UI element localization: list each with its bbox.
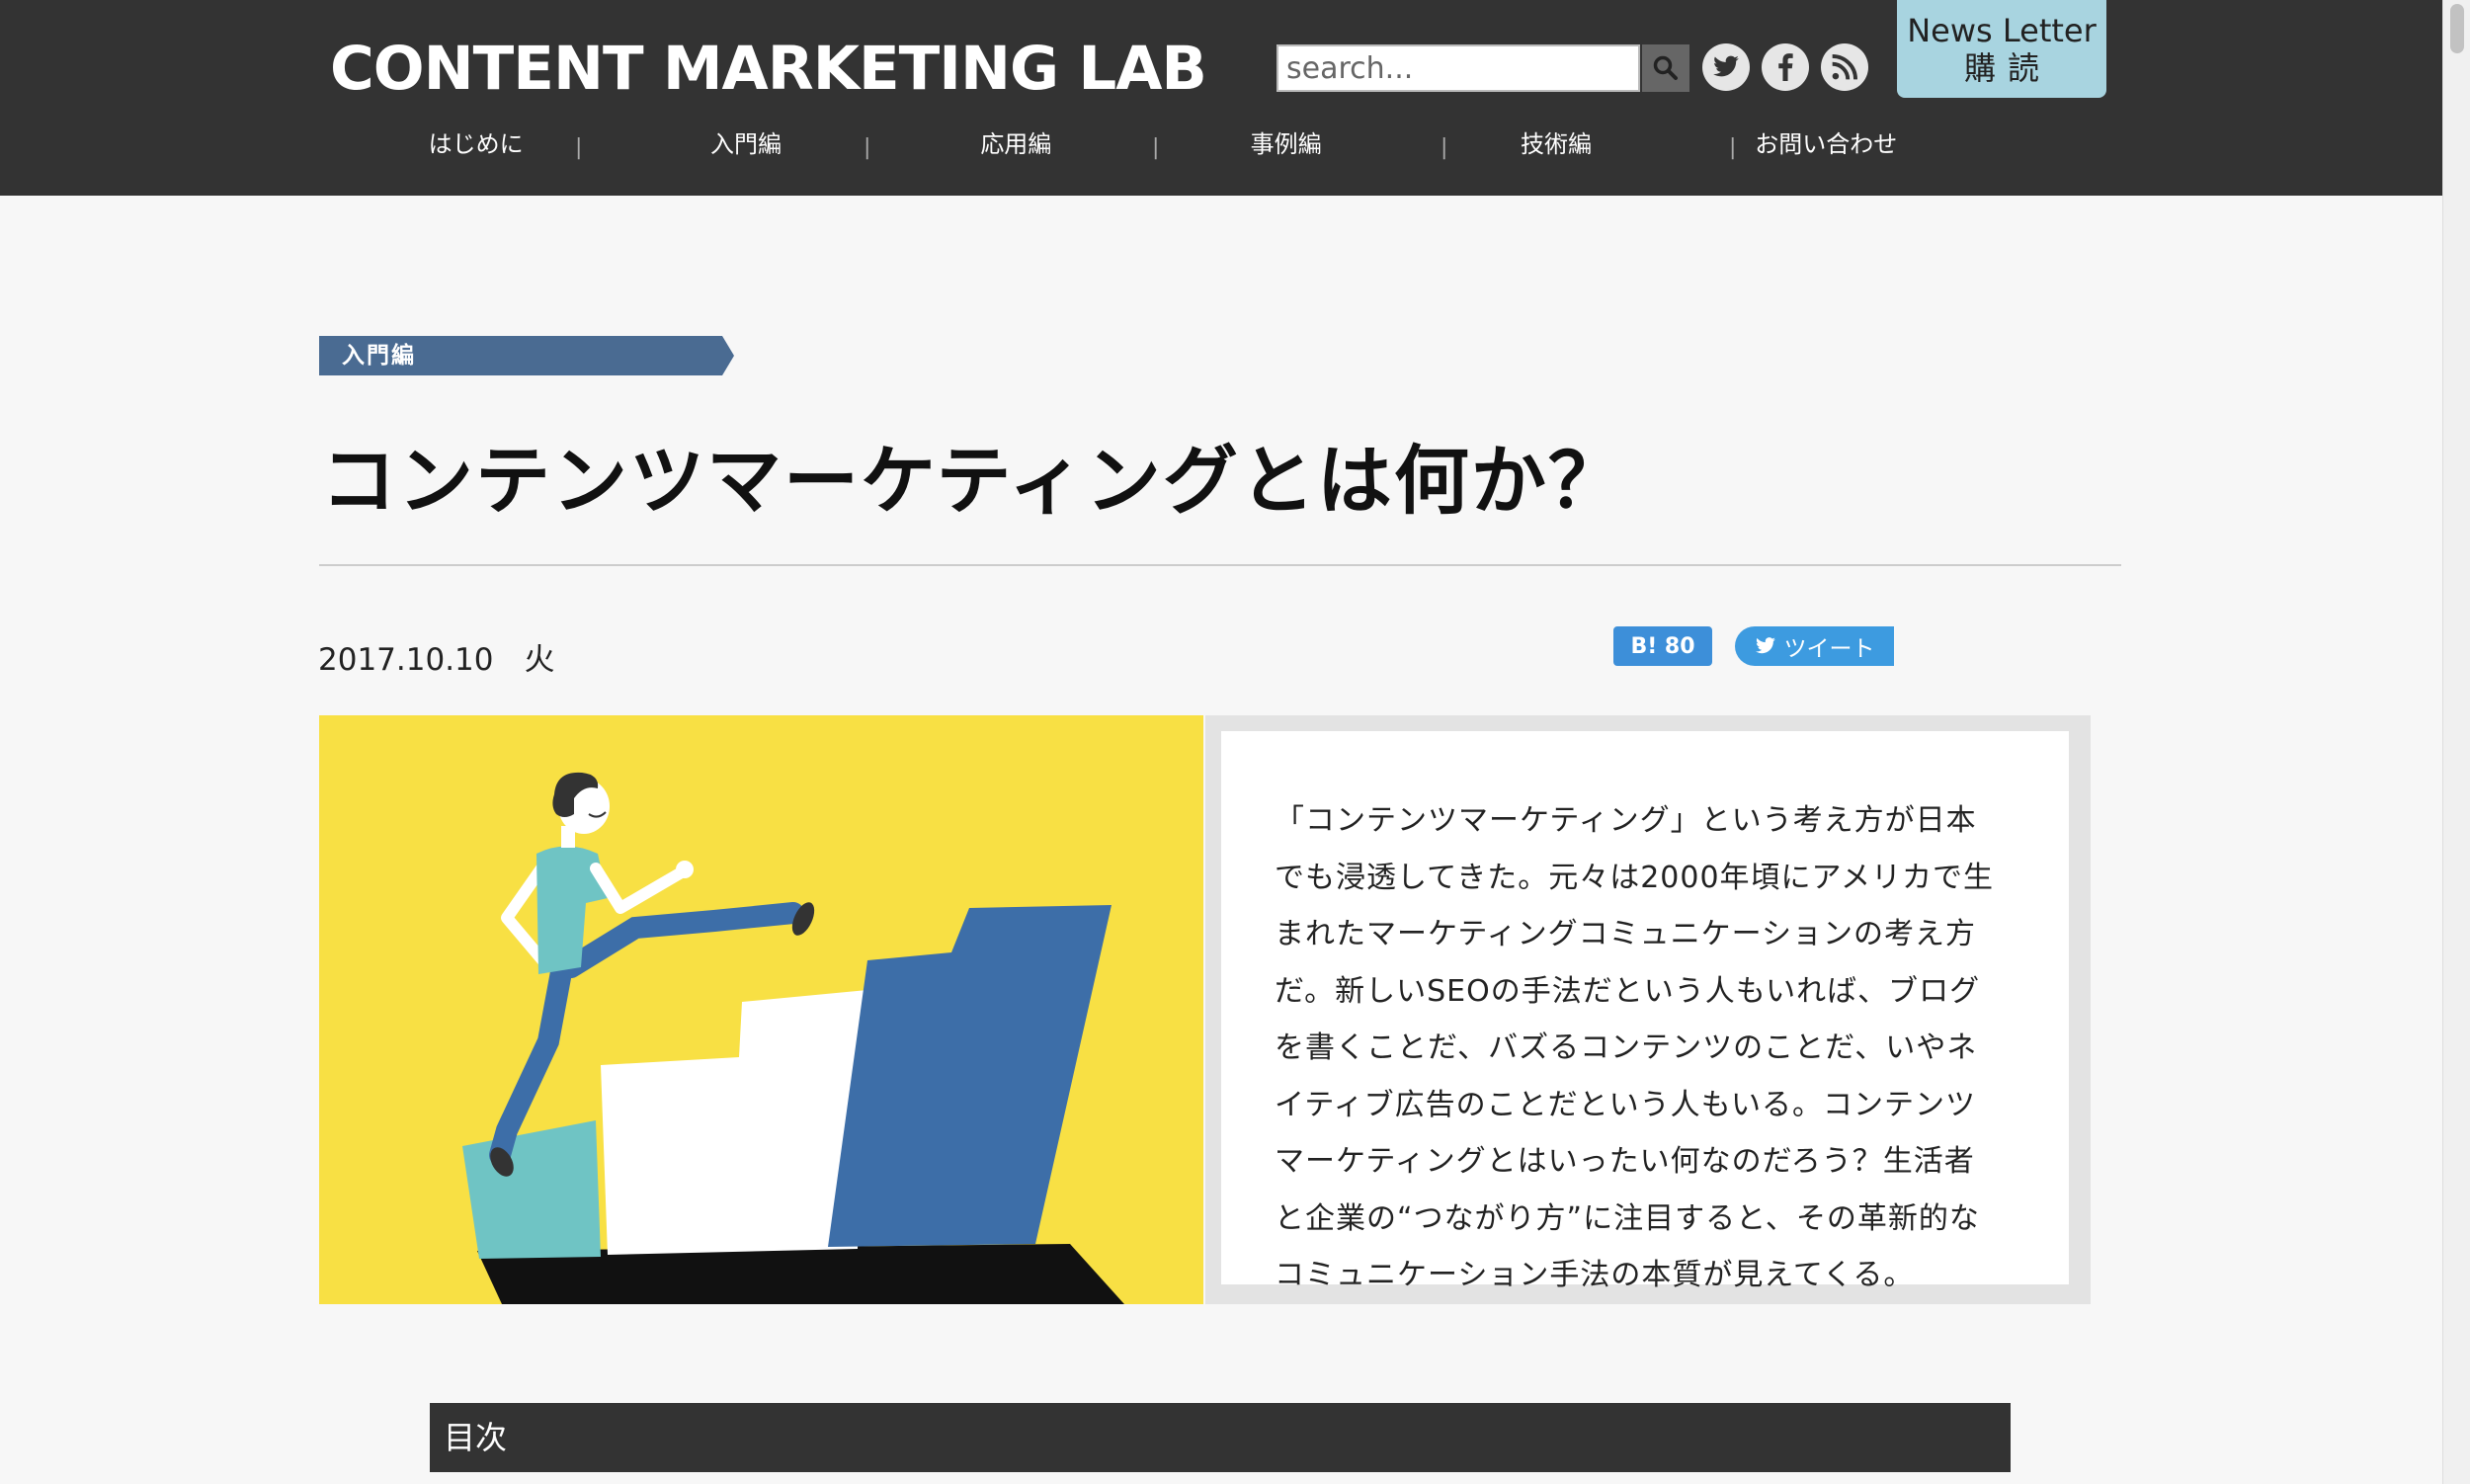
nav-separator: | — [575, 135, 583, 160]
main-nav: はじめに 入門編 応用編 事例編 技術編 お問い合わせ — [341, 124, 1961, 164]
facebook-icon — [1778, 53, 1793, 81]
search-box — [1276, 44, 1640, 92]
category-label: 入門編 — [342, 343, 416, 369]
hero-illustration — [319, 715, 1203, 1304]
newsletter-subscribe-label: 購読 — [1963, 49, 2051, 87]
rss-icon — [1832, 54, 1857, 80]
nav-separator: | — [864, 135, 871, 160]
newsletter-button[interactable]: News Letter 購読 — [1897, 0, 2106, 98]
scrollbar-thumb[interactable] — [2450, 4, 2464, 53]
lead-line: まれたマーケティングコミュニケーションの考え方 — [1275, 917, 1976, 951]
lead-line: だ。新しいSEOの手法だという人もいれば、ブログ — [1275, 973, 1981, 1009]
article-date: 2017.10.10 火 — [318, 642, 555, 678]
search-button[interactable] — [1642, 44, 1689, 92]
nav-item-intro[interactable]: はじめに — [341, 124, 611, 164]
nav-item-technical[interactable]: 技術編 — [1421, 124, 1690, 164]
lead-line: と企業の“つながり方”に注目すると、その革新的な — [1275, 1200, 1980, 1236]
lead-line: 「コンテンツマーケティング」という考え方が日本 — [1275, 803, 1977, 838]
nav-separator: | — [1152, 135, 1160, 160]
lead-line: でも浸透してきた。元々は2000年頃にアメリカで生 — [1275, 860, 1995, 895]
lead-line: コミュニケーション手法の本質が見えてくる。 — [1275, 1258, 1915, 1292]
tweet-label: ツイート — [1783, 636, 1875, 662]
nav-item-cases[interactable]: 事例編 — [1151, 124, 1421, 164]
stairs-illustration — [319, 715, 1203, 1304]
twitter-icon — [1713, 55, 1739, 77]
nav-item-beginner[interactable]: 入門編 — [611, 124, 880, 164]
lead-line: イティブ広告のことだという人もいる。コンテンツ — [1275, 1087, 1976, 1122]
article-title: コンテンツマーケティングとは何か？ — [321, 437, 1625, 525]
toc-header[interactable]: 目次 — [430, 1403, 2011, 1472]
twitter-icon — [1755, 637, 1775, 654]
nav-separator: | — [1441, 135, 1448, 160]
lead-text: 「コンテンツマーケティング」という考え方が日本 でも浸透してきた。元々は2000… — [1275, 792, 2019, 1304]
nav-item-advanced[interactable]: 応用編 — [881, 124, 1151, 164]
page-scrollbar[interactable] — [2442, 0, 2470, 1484]
rss-button[interactable] — [1821, 43, 1868, 91]
newsletter-label: News Letter — [1907, 12, 2097, 49]
title-divider — [319, 564, 2121, 566]
nav-separator: | — [1729, 135, 1737, 160]
lead-line: マーケティングとはいったい何なのだろう？生活者 — [1275, 1144, 1975, 1179]
search-icon — [1653, 55, 1678, 80]
facebook-button[interactable] — [1762, 43, 1809, 91]
search-input[interactable] — [1278, 46, 1638, 90]
tweet-button[interactable]: ツイート — [1735, 626, 1894, 666]
lead-line: を書くことだ、バズるコンテンツのことだ、いやネ — [1275, 1031, 1978, 1065]
lead-inner: 「コンテンツマーケティング」という考え方が日本 でも浸透してきた。元々は2000… — [1221, 731, 2069, 1292]
hatena-bookmark-button[interactable]: B! 80 — [1613, 626, 1712, 666]
site-logo[interactable]: CONTENT MARKETING LAB — [330, 34, 1207, 104]
twitter-button[interactable] — [1702, 43, 1750, 91]
lead-box: 「コンテンツマーケティング」という考え方が日本 でも浸透してきた。元々は2000… — [1205, 715, 2091, 1304]
site-header: CONTENT MARKETING LAB News Letter 購読 はじめ… — [0, 0, 2442, 196]
